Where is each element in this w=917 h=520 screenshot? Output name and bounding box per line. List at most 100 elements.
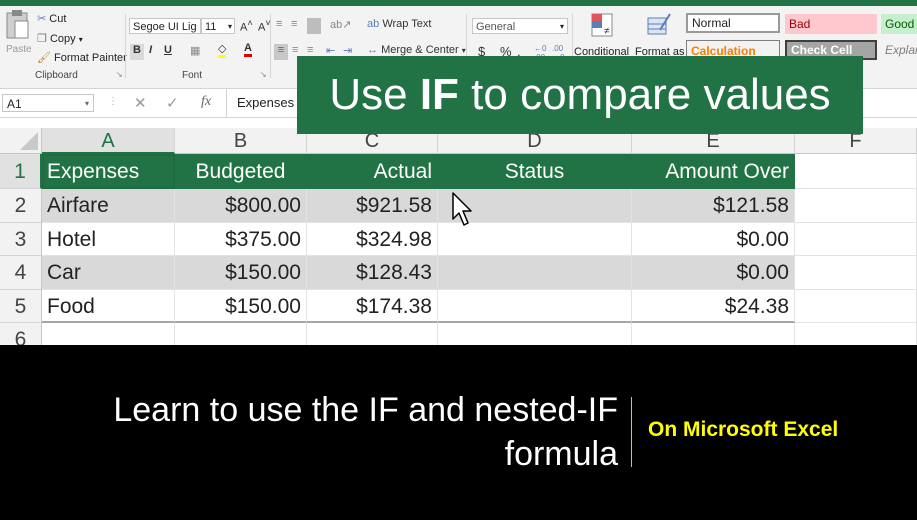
- align-center-icon[interactable]: ≡: [292, 44, 298, 56]
- cell-f1[interactable]: [795, 154, 917, 189]
- font-size-select[interactable]: 11 ▾: [201, 18, 235, 34]
- platform-tag: On Microsoft Excel: [648, 418, 839, 441]
- row-header-2[interactable]: 2: [0, 189, 42, 223]
- brush-icon: 🖌: [37, 52, 51, 64]
- style-explanatory-label: Explar: [885, 43, 917, 57]
- number-format-select[interactable]: General ▾: [472, 18, 568, 34]
- style-good[interactable]: Good: [881, 14, 917, 34]
- style-normal[interactable]: Normal: [686, 13, 780, 33]
- header-cell-expenses[interactable]: Expenses: [42, 154, 175, 189]
- format-painter-button[interactable]: 🖌 Format Painter: [37, 51, 127, 64]
- caption-line-2: formula: [504, 435, 618, 473]
- cell-actual[interactable]: $324.98: [307, 223, 438, 256]
- banner-text-emphasis: IF: [419, 70, 459, 119]
- shrink-font-icon[interactable]: A˅: [258, 18, 271, 34]
- cell-amount-over[interactable]: $121.58: [632, 189, 795, 223]
- wrap-text-button[interactable]: ab Wrap Text: [367, 18, 431, 30]
- cell-e6[interactable]: [632, 323, 795, 345]
- row-header-3[interactable]: 3: [0, 223, 42, 256]
- format-as-table-icon: [647, 13, 671, 35]
- font-group-label: Font: [182, 70, 203, 81]
- cell-c6[interactable]: [307, 323, 438, 345]
- select-all-corner[interactable]: [0, 128, 42, 154]
- cell-actual[interactable]: $921.58: [307, 189, 438, 223]
- header-cell-actual[interactable]: Actual: [307, 154, 438, 189]
- align-bottom-icon[interactable]: [307, 18, 321, 34]
- number-format-value: General: [476, 21, 516, 33]
- worksheet-grid: A B C D E F 1 2 3 4 5 6 Expenses Budgete…: [0, 118, 917, 345]
- style-normal-label: Normal: [692, 16, 731, 30]
- paste-button[interactable]: Paste: [4, 10, 32, 60]
- cell-f6[interactable]: [795, 323, 917, 345]
- separator: [125, 14, 126, 78]
- caption-line-1: Learn to use the IF and nested-IF: [113, 391, 618, 429]
- cell-budgeted[interactable]: $375.00: [175, 223, 307, 256]
- name-box[interactable]: A1 ▾: [2, 94, 94, 112]
- merge-center-button[interactable]: ↔ Merge & Center ▾: [367, 44, 466, 56]
- cell-a6[interactable]: [42, 323, 175, 345]
- clipboard-launcher-icon[interactable]: ↘: [116, 70, 123, 79]
- more-icon: ⋮: [108, 96, 118, 107]
- cell-d6[interactable]: [438, 323, 632, 345]
- header-cell-status[interactable]: Status: [438, 154, 632, 189]
- font-family-select[interactable]: Segoe UI Lig: [129, 18, 201, 34]
- font-launcher-icon[interactable]: ↘: [260, 70, 267, 79]
- header-cell-budgeted[interactable]: Budgeted: [175, 154, 307, 189]
- cell-budgeted[interactable]: $150.00: [175, 290, 307, 323]
- italic-label: I: [149, 44, 153, 56]
- cell-amount-over[interactable]: $0.00: [632, 223, 795, 256]
- row-header-1[interactable]: 1: [0, 154, 42, 189]
- row-header-5[interactable]: 5: [0, 290, 42, 323]
- cell-status[interactable]: [438, 256, 632, 290]
- confirm-entry-icon[interactable]: ✓: [166, 94, 179, 112]
- formula-value: Expenses: [237, 95, 295, 110]
- align-middle-icon[interactable]: ≡: [291, 18, 297, 30]
- cell-expense[interactable]: Car: [42, 256, 175, 290]
- cell-budgeted[interactable]: $800.00: [175, 189, 307, 223]
- align-right-icon[interactable]: ≡: [307, 44, 313, 56]
- align-top-icon[interactable]: ≡: [276, 18, 282, 30]
- column-header-a[interactable]: A: [42, 128, 175, 154]
- cell-amount-over[interactable]: $0.00: [632, 256, 795, 290]
- italic-button[interactable]: I: [149, 44, 152, 56]
- conditional-formatting-button[interactable]: ≠ Conditional: [574, 12, 632, 62]
- fill-color-icon[interactable]: ◇: [218, 42, 227, 58]
- row-header-4[interactable]: 4: [0, 256, 42, 290]
- chevron-down-icon: ▾: [559, 22, 564, 31]
- cancel-entry-icon[interactable]: ✕: [134, 94, 147, 112]
- cell-expense[interactable]: Hotel: [42, 223, 175, 256]
- cut-button[interactable]: ✂ Cut: [37, 12, 66, 25]
- font-color-button[interactable]: A: [244, 42, 252, 57]
- grow-font-icon[interactable]: A˄: [240, 18, 253, 34]
- cell-budgeted[interactable]: $150.00: [175, 256, 307, 290]
- cell-f4[interactable]: [795, 256, 917, 290]
- merge-center-label: Merge & Center: [381, 44, 459, 56]
- cell-actual[interactable]: $128.43: [307, 256, 438, 290]
- row-header-6[interactable]: 6: [0, 323, 42, 345]
- cell-f2[interactable]: [795, 189, 917, 223]
- orientation-icon[interactable]: ab↗: [330, 18, 351, 31]
- svg-text:≠: ≠: [604, 26, 610, 37]
- cell-actual[interactable]: $174.38: [307, 290, 438, 323]
- cell-status[interactable]: [438, 290, 632, 323]
- cell-amount-over[interactable]: $24.38: [632, 290, 795, 323]
- mouse-pointer-icon: [452, 192, 472, 226]
- cell-expense[interactable]: Food: [42, 290, 175, 323]
- cell-b6[interactable]: [175, 323, 307, 345]
- column-header-b[interactable]: B: [175, 128, 307, 154]
- bold-button[interactable]: B: [130, 44, 144, 60]
- style-bad[interactable]: Bad: [785, 14, 877, 34]
- align-left-icon[interactable]: ≡: [274, 44, 288, 60]
- style-explanatory[interactable]: Explar: [881, 40, 917, 60]
- cell-f3[interactable]: [795, 223, 917, 256]
- conditional-formatting-icon: ≠: [591, 13, 613, 37]
- header-cell-amount-over[interactable]: Amount Over: [632, 154, 795, 189]
- underline-button[interactable]: U: [164, 44, 172, 56]
- format-as-table-button[interactable]: Format as: [634, 12, 685, 62]
- name-box-value: A1: [7, 97, 22, 111]
- cell-f5[interactable]: [795, 290, 917, 323]
- cell-expense[interactable]: Airfare: [42, 189, 175, 223]
- insert-function-button[interactable]: fx: [201, 94, 211, 110]
- borders-icon[interactable]: ▦: [190, 44, 200, 57]
- copy-button[interactable]: ❐ Copy ▾: [37, 32, 83, 45]
